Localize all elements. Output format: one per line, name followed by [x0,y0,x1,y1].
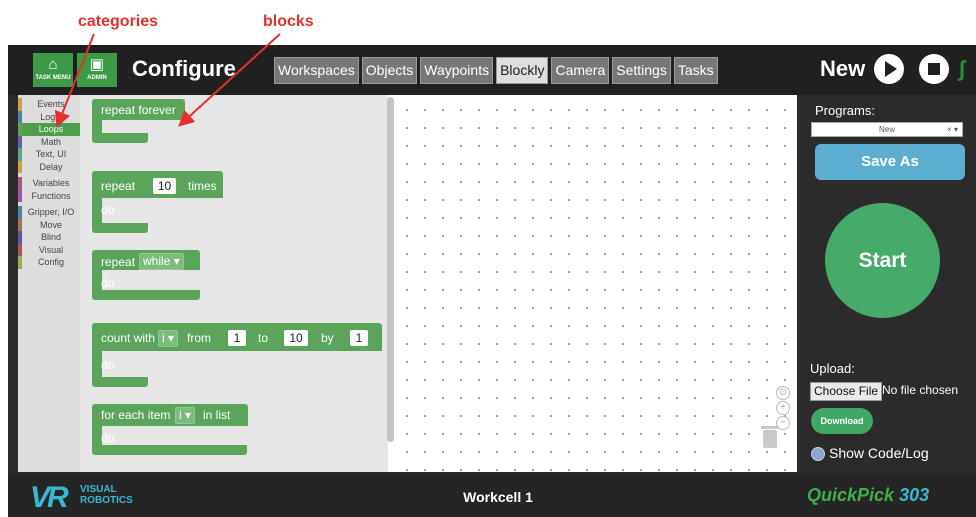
block-label: from [187,331,211,345]
top-bar: ⌂ TASK MENU ▣ ADMIN Configure Workspaces… [8,45,976,95]
block-label: repeat [101,179,136,193]
category-logic[interactable]: Logic [18,110,80,123]
product-name: QuickPick 303 [807,485,930,505]
flyout-scrollbar[interactable] [387,97,394,442]
download-button[interactable]: Download [811,408,873,434]
count-from-input[interactable]: 1 [228,330,246,346]
page-title: Configure [132,56,236,81]
robot-icon[interactable]: ∫ [959,56,965,82]
category-loops[interactable]: Loops [18,123,80,136]
block-label: do [101,276,115,290]
category-move[interactable]: Move [18,218,80,231]
tab-bar: Workspaces Objects Waypoints Blockly Cam… [274,57,721,84]
save-as-button[interactable]: Save As [815,144,965,180]
task-menu-label: TASK MENU [35,75,71,81]
tab-workspaces[interactable]: Workspaces [274,57,359,84]
count-by-input[interactable]: 1 [350,330,368,346]
tab-tasks[interactable]: Tasks [673,57,718,84]
stop-button[interactable] [919,54,949,84]
block-label: do [101,203,115,217]
tab-waypoints[interactable]: Waypoints [420,57,494,84]
home-icon: ⌂ [48,56,58,73]
category-variables[interactable]: Variables [18,177,80,190]
programs-select[interactable]: New × ▾ [811,122,963,137]
block-label: by [321,331,334,345]
block-label: repeat forever [101,103,176,117]
category-events[interactable]: Events [18,98,80,111]
upload-label: Upload: [810,361,855,376]
brand-name: VISUAL ROBOTICS [80,484,133,506]
app-window: ⌂ TASK MENU ▣ ADMIN Configure Workspaces… [8,45,976,517]
chevron-down-icon: × ▾ [947,125,958,134]
programs-selected-value: New [878,125,895,134]
lock-icon: ▣ [89,56,105,73]
tab-settings[interactable]: Settings [612,57,671,84]
annotation-categories: categories [78,13,159,30]
block-label: for each item [101,408,171,422]
tab-camera[interactable]: Camera [551,57,610,84]
category-functions[interactable]: Functions [18,189,80,202]
start-button[interactable]: Start [825,203,940,318]
category-math[interactable]: Math [18,135,80,148]
trash-lid [761,426,779,429]
block-label: do [101,358,115,372]
blockly-canvas[interactable] [394,95,797,472]
category-delay[interactable]: Delay [18,160,80,173]
brand-logo: VR [30,481,69,514]
blockly-workspace: Events Logic Loops Math Text, UI Delay V… [18,95,797,472]
footer-bar: VR VISUAL ROBOTICS Workcell 1 QuickPick … [8,475,976,517]
tab-blockly[interactable]: Blockly [496,57,549,84]
stop-icon [928,63,940,75]
admin-label: ADMIN [87,75,107,81]
annotation-blocks: blocks [263,13,314,30]
choose-file-button[interactable]: Choose File [810,382,883,401]
block-label: times [188,179,217,193]
category-text-ui[interactable]: Text, UI [18,148,80,161]
category-config[interactable]: Config [18,256,80,269]
category-gripper-io[interactable]: Gripper, I/O [18,206,80,219]
play-icon [885,61,897,77]
repeat-mode-dropdown[interactable]: while ▾ [139,253,184,270]
count-to-input[interactable]: 10 [284,330,308,346]
block-label: in list [203,408,231,422]
zoom-reset-icon[interactable]: ⊙ [776,386,790,400]
block-label: count with [101,331,156,345]
show-code-label: Show Code/Log [829,445,929,461]
right-sidebar: Programs: New × ▾ Save As Start Upload: … [805,95,976,475]
program-name: New [820,56,866,81]
category-blind[interactable]: Blind [18,231,80,244]
play-button[interactable] [874,54,904,84]
block-label: repeat [101,255,136,269]
block-label: do [101,431,115,445]
task-menu-button[interactable]: ⌂ TASK MENU [33,53,73,87]
repeat-count-input[interactable]: 10 [153,178,176,194]
no-file-text: No file chosen [882,383,959,397]
block-label: to [258,331,269,345]
workcell-label: Workcell 1 [463,489,533,505]
count-var-dropdown[interactable]: i ▾ [158,330,179,347]
trash-icon[interactable] [763,430,777,448]
category-toolbox: Events Logic Loops Math Text, UI Delay V… [18,95,80,472]
tab-objects[interactable]: Objects [361,57,418,84]
zoom-in-icon[interactable]: + [776,401,790,415]
programs-label: Programs: [815,103,875,118]
admin-button[interactable]: ▣ ADMIN [77,53,117,87]
for-each-var-dropdown[interactable]: i ▾ [175,407,196,424]
block-flyout: repeat forever repeat 10 times do repeat [80,95,388,472]
show-code-radio[interactable] [811,447,825,461]
category-visual[interactable]: Visual [18,243,80,256]
